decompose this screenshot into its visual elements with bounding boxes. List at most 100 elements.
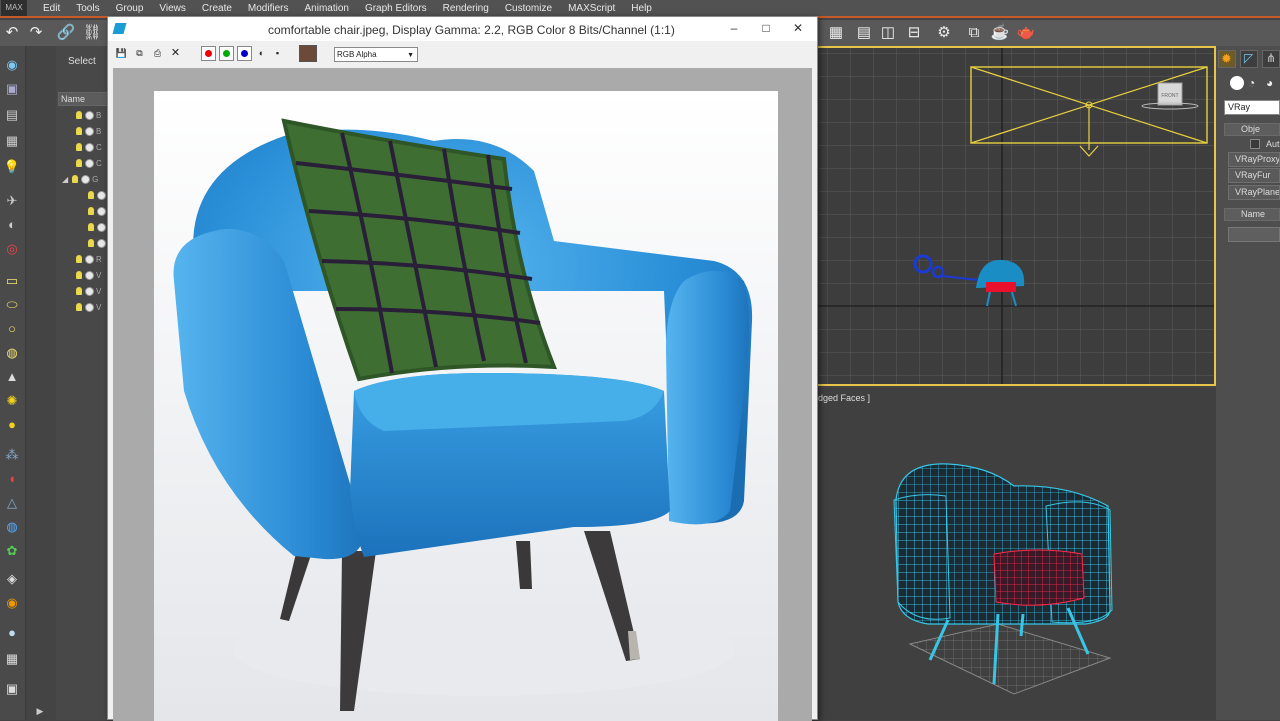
light-bulb-icon[interactable] xyxy=(76,303,82,311)
app-logo[interactable]: MAX xyxy=(1,0,27,16)
perspective-viewport[interactable]: dged Faces ] xyxy=(818,388,1216,720)
light-icon[interactable]: 💡 xyxy=(2,158,22,176)
pyramid-icon[interactable]: △ xyxy=(2,494,22,512)
render-iterative-icon[interactable]: ☕ xyxy=(990,24,1010,42)
maximize-button[interactable]: □ xyxy=(754,19,778,37)
render-production-icon[interactable]: ⧉ xyxy=(964,24,984,42)
display-icon[interactable]: ▣ xyxy=(2,680,22,698)
lights-icon[interactable]: ◕ xyxy=(1266,76,1280,90)
tree-row[interactable]: R xyxy=(76,253,102,265)
frame-buffer-canvas[interactable] xyxy=(113,68,812,721)
menu-animation[interactable]: Animation xyxy=(304,3,348,14)
light-bulb-icon[interactable] xyxy=(76,271,82,279)
cone-icon[interactable]: ▲ xyxy=(2,368,22,386)
light-bulb-icon[interactable] xyxy=(76,159,82,167)
mono-icon[interactable]: ▪ xyxy=(271,47,284,60)
vrayplane-button[interactable]: VRayPlane xyxy=(1228,185,1280,200)
tree-row[interactable] xyxy=(88,189,106,201)
light-bulb-icon[interactable] xyxy=(88,239,94,247)
save-image-icon[interactable]: 💾 xyxy=(115,47,128,60)
sun-icon[interactable]: ✺ xyxy=(2,392,22,410)
curve-editor-icon[interactable]: ◫ xyxy=(878,24,898,42)
collapse-arrow-icon[interactable]: ◢ xyxy=(62,175,68,184)
name-color-rollout[interactable]: Name xyxy=(1224,208,1280,221)
vrayproxy-button[interactable]: VRayProxy xyxy=(1228,152,1280,167)
tree-row[interactable] xyxy=(88,221,106,233)
menu-rendering[interactable]: Rendering xyxy=(443,3,489,14)
cylinder-icon[interactable]: ○ xyxy=(2,320,22,338)
light-bulb-icon[interactable] xyxy=(72,175,79,183)
helper-icon[interactable]: ◐ xyxy=(2,216,22,234)
light-bulb-icon[interactable] xyxy=(76,255,82,263)
light-bulb-icon[interactable] xyxy=(88,223,94,231)
tree-row[interactable] xyxy=(88,237,106,249)
dome-light-icon[interactable]: ● xyxy=(2,416,22,434)
box-icon[interactable]: ▭ xyxy=(2,272,22,290)
alpha-channel-icon[interactable]: ◐ xyxy=(255,47,268,60)
autogrid-checkbox[interactable] xyxy=(1250,139,1260,149)
tree-row[interactable]: V xyxy=(76,301,102,313)
torus-icon[interactable]: ◍ xyxy=(2,344,22,362)
menu-edit[interactable]: Edit xyxy=(43,3,60,14)
green-channel-icon[interactable] xyxy=(219,46,234,61)
menu-group[interactable]: Group xyxy=(116,3,144,14)
select-label[interactable]: Select xyxy=(68,56,96,67)
color-swatch[interactable] xyxy=(299,45,317,62)
tree-row[interactable]: V xyxy=(76,269,102,281)
light-bulb-icon[interactable] xyxy=(88,207,94,215)
material-editor-icon[interactable]: ⚙ xyxy=(934,24,954,42)
menu-customize[interactable]: Customize xyxy=(505,3,552,14)
spacewarp-icon[interactable]: ◎ xyxy=(2,240,22,258)
tree-row[interactable] xyxy=(88,205,106,217)
clear-icon[interactable]: ✕ xyxy=(169,47,182,60)
camera-icon[interactable]: ✈ xyxy=(2,192,22,210)
region-icon[interactable]: ▣ xyxy=(2,80,22,98)
light-bulb-icon[interactable] xyxy=(76,143,82,151)
perspective-canvas[interactable] xyxy=(818,388,1216,720)
expand-arrow-icon[interactable]: ▶ xyxy=(30,702,50,720)
tree-row-group[interactable]: ◢ G xyxy=(62,173,98,185)
close-button[interactable]: ✕ xyxy=(786,19,810,37)
name-column-header[interactable]: Name xyxy=(58,92,110,106)
orb-icon[interactable]: ● xyxy=(2,624,22,642)
plant-icon[interactable]: ✿ xyxy=(2,542,22,560)
vrayfur-button[interactable]: VRayFur xyxy=(1228,168,1280,183)
channel-select[interactable]: RGB Alpha ▼ xyxy=(334,47,418,62)
tree-row[interactable]: B xyxy=(76,125,102,137)
menu-tools[interactable]: Tools xyxy=(76,3,99,14)
menu-modifiers[interactable]: Modifiers xyxy=(248,3,289,14)
sphere-icon[interactable]: ⬭ xyxy=(2,296,22,314)
schematic-icon[interactable]: ⊟ xyxy=(904,24,924,42)
render-frame-icon[interactable]: ▤ xyxy=(854,24,874,42)
shapes-icon[interactable]: ◔ xyxy=(1248,76,1262,90)
minimize-button[interactable]: – xyxy=(722,19,746,37)
ox-icon[interactable]: ◉ xyxy=(2,594,22,612)
hierarchy-tab-icon[interactable]: ⋔ xyxy=(1262,50,1280,68)
object-name-field[interactable] xyxy=(1228,227,1280,242)
light-bulb-icon[interactable] xyxy=(76,111,82,119)
window-titlebar[interactable]: comfortable chair.jpeg, Display Gamma: 2… xyxy=(108,17,817,41)
top-viewport-canvas[interactable]: FRONT xyxy=(818,48,1216,386)
link-icon[interactable]: 🔗 xyxy=(56,24,76,42)
top-viewport[interactable]: FRONT xyxy=(818,46,1216,386)
menu-views[interactable]: Views xyxy=(159,3,186,14)
menu-help[interactable]: Help xyxy=(631,3,652,14)
object-type-rollout[interactable]: Obje xyxy=(1224,123,1280,136)
select-tool-icon[interactable]: ◉ xyxy=(2,56,22,74)
pill-icon[interactable]: ◖ xyxy=(2,470,22,488)
print-icon[interactable]: ⎙ xyxy=(151,47,164,60)
render-setup-icon[interactable]: ▦ xyxy=(826,24,846,42)
light-bulb-icon[interactable] xyxy=(76,287,82,295)
undo-icon[interactable]: ↶ xyxy=(2,24,22,42)
tree-row[interactable]: C xyxy=(76,157,102,169)
redo-icon[interactable]: ↷ xyxy=(26,24,46,42)
grid-icon[interactable]: ▦ xyxy=(2,132,22,150)
blue-channel-icon[interactable] xyxy=(237,46,252,61)
globe-icon[interactable]: ◍ xyxy=(2,518,22,536)
geometry-icon[interactable] xyxy=(1230,76,1244,90)
unlink-icon[interactable]: ⛓ xyxy=(82,24,102,42)
create-tab-icon[interactable]: ✹ xyxy=(1218,50,1236,68)
tree-row[interactable]: V xyxy=(76,285,102,297)
particle-icon[interactable]: ⁂ xyxy=(2,446,22,464)
red-channel-icon[interactable] xyxy=(201,46,216,61)
